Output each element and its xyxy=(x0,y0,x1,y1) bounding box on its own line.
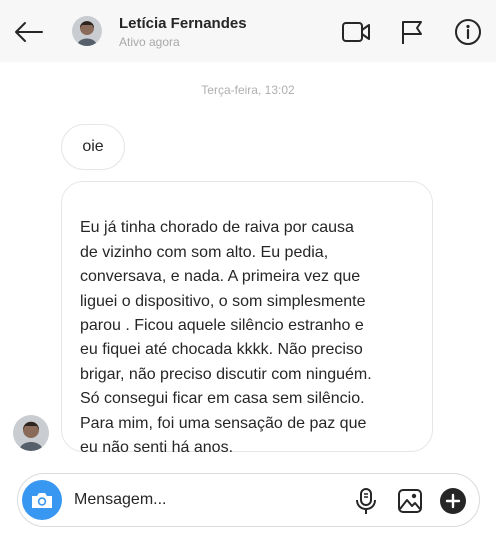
microphone-icon xyxy=(356,488,376,514)
send-image-button[interactable] xyxy=(395,486,425,516)
camera-icon xyxy=(32,493,52,508)
message-bubble[interactable]: oie xyxy=(61,124,125,170)
flag-icon xyxy=(402,21,422,44)
direct-message-screen: Letícia Fernandes Ativo agora Terça-feir… xyxy=(0,0,496,545)
add-icon xyxy=(440,488,466,514)
contact-name[interactable]: Letícia Fernandes xyxy=(119,15,251,32)
back-button[interactable] xyxy=(10,17,46,47)
message-bubble[interactable]: Eu já tinha chorado de raiva por causa d… xyxy=(61,181,433,456)
info-icon xyxy=(455,19,481,45)
chat-header: Letícia Fernandes Ativo agora xyxy=(0,0,496,62)
report-button[interactable] xyxy=(397,17,427,47)
back-arrow-icon xyxy=(15,22,43,42)
message-timestamp: Terça-feira, 13:02 xyxy=(201,83,295,97)
sender-avatar[interactable] xyxy=(13,415,49,451)
contact-avatar[interactable] xyxy=(72,16,102,46)
conversation-info-button[interactable] xyxy=(453,17,483,47)
video-camera-icon xyxy=(342,22,370,42)
more-options-button[interactable] xyxy=(438,486,468,516)
camera-button[interactable] xyxy=(22,480,62,520)
contact-status: Ativo agora xyxy=(119,35,180,49)
message-input[interactable] xyxy=(74,488,334,512)
message-composer xyxy=(17,473,480,527)
image-icon xyxy=(398,489,422,513)
message-text: Eu já tinha chorado de raiva por causa d… xyxy=(80,219,372,457)
video-call-button[interactable] xyxy=(341,17,371,47)
message-text: oie xyxy=(82,138,104,155)
voice-message-button[interactable] xyxy=(351,486,381,516)
